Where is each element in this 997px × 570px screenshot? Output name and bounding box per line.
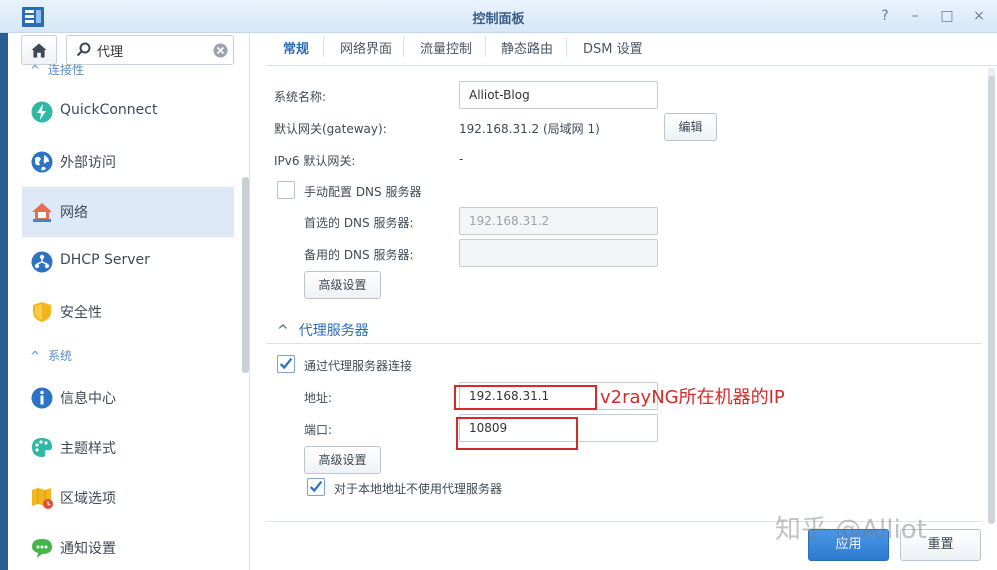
preferred-dns-field[interactable]: 192.168.31.2 [459, 207, 658, 235]
tab-static-route[interactable]: 静态路由 [501, 38, 553, 57]
network-house-icon [32, 203, 52, 222]
home-icon [31, 43, 47, 58]
info-icon [31, 387, 53, 409]
dns-advanced-settings-button[interactable]: 高级设置 [304, 271, 381, 299]
gateway-value: 192.168.31.2 (局域网 1) [459, 122, 600, 136]
sidebar-item-label: 信息中心 [60, 391, 116, 407]
sidebar-item-regional-options[interactable]: 区域选项 [22, 473, 234, 523]
alternate-dns-field[interactable] [459, 239, 658, 267]
sidebar-item-label: 主题样式 [60, 441, 116, 457]
gateway-label: 默认网关(gateway): [274, 122, 387, 136]
sidebar-item-label: 网络 [60, 205, 88, 221]
chevron-up-icon: ^ [277, 323, 289, 339]
search-icon [76, 42, 91, 57]
sidebar-item-label: 外部访问 [60, 155, 116, 171]
sidebar-item-label: 通知设置 [60, 541, 116, 557]
annotation-box-port [456, 417, 578, 450]
annotation-box-address [454, 385, 597, 410]
sidebar-item-label: 区域选项 [60, 491, 116, 507]
close-button[interactable]: × [970, 7, 988, 25]
checkmark-icon [279, 357, 293, 370]
sidebar-item-info-center[interactable]: 信息中心 [22, 373, 234, 423]
use-proxy-checkbox[interactable] [277, 355, 295, 373]
clear-search-icon[interactable] [213, 43, 228, 58]
tab-traffic-control[interactable]: 流量控制 [420, 38, 472, 57]
system-name-label: 系统名称: [274, 90, 327, 104]
bypass-local-checkbox[interactable] [307, 478, 325, 496]
general-settings-panel: 系统名称: Alliot-Blog 默认网关(gateway): 192.168… [266, 67, 982, 522]
title-bar: 控制面板 ? – □ × [0, 0, 997, 33]
proxy-section-header[interactable]: ^ 代理服务器 [277, 320, 369, 340]
ipv6-gateway-label: IPv6 默认网关: [274, 154, 356, 168]
region-icon [32, 488, 53, 509]
annotation-text: v2rayNG所在机器的IP [600, 387, 785, 408]
proxy-advanced-settings-button[interactable]: 高级设置 [304, 446, 381, 474]
search-input[interactable] [97, 41, 207, 59]
edit-gateway-button[interactable]: 编辑 [664, 113, 717, 141]
tab-dsm-settings[interactable]: DSM 设置 [583, 38, 643, 57]
content-scrollbar-thumb[interactable] [988, 76, 995, 524]
chevron-up-icon: ^ [30, 63, 41, 77]
window-title: 控制面板 [472, 12, 525, 27]
preferred-dns-label: 首选的 DNS 服务器: [304, 216, 414, 230]
globe-icon [31, 151, 53, 173]
shield-icon [33, 302, 51, 322]
tab-separator [403, 37, 404, 57]
tab-network-interface[interactable]: 网络界面 [340, 38, 392, 57]
alternate-dns-label: 备用的 DNS 服务器: [304, 248, 414, 262]
dhcp-icon [31, 251, 53, 273]
sidebar-item-label: DHCP Server [60, 252, 150, 268]
sidebar-item-dhcp-server[interactable]: DHCP Server [22, 237, 234, 287]
chat-icon [32, 539, 52, 558]
system-name-field[interactable]: Alliot-Blog [459, 81, 658, 109]
tab-separator [566, 37, 567, 57]
quickconnect-icon [31, 101, 53, 123]
help-button[interactable]: ? [876, 7, 894, 25]
use-proxy-label: 通过代理服务器连接 [304, 359, 413, 373]
manual-dns-label: 手动配置 DNS 服务器 [304, 185, 422, 199]
sidebar-item-security[interactable]: 安全性 [22, 287, 234, 337]
palette-icon [32, 438, 52, 458]
sidebar-item-external-access[interactable]: 外部访问 [22, 137, 234, 187]
sidebar-item-quickconnect[interactable]: QuickConnect [22, 87, 234, 137]
watermark: 知乎 @Alliot [775, 515, 927, 545]
checkmark-icon [309, 480, 323, 493]
sidebar-item-label: 安全性 [60, 305, 102, 321]
sidebar-item-theme[interactable]: 主题样式 [22, 423, 234, 473]
tab-general[interactable]: 常规 [283, 38, 309, 57]
bypass-local-label: 对于本地地址不使用代理服务器 [334, 482, 503, 496]
tab-bar: 常规 网络界面 流量控制 静态路由 DSM 设置 [266, 33, 997, 66]
search-box[interactable] [66, 35, 234, 65]
sidebar-item-label: QuickConnect [60, 102, 158, 118]
manual-dns-checkbox[interactable] [277, 181, 295, 199]
sidebar-item-notification[interactable]: 通知设置 [22, 523, 234, 570]
sidebar-scrollbar[interactable] [242, 177, 249, 373]
section-system[interactable]: ^ 系统 [30, 347, 72, 364]
sidebar-item-network[interactable]: 网络 [22, 187, 234, 237]
proxy-port-label: 端口: [304, 423, 333, 437]
sidebar: ^连接性 QuickConnect 外部访问 网络 DHCP Server [0, 33, 250, 570]
tab-separator [485, 37, 486, 57]
maximize-button[interactable]: □ [938, 7, 956, 25]
content-scrollbar[interactable] [988, 68, 995, 524]
proxy-address-label: 地址: [304, 391, 333, 405]
ipv6-gateway-value: - [459, 152, 464, 166]
section-divider [266, 343, 982, 344]
tab-separator [323, 37, 324, 57]
chevron-up-icon: ^ [30, 349, 41, 363]
section-connectivity[interactable]: ^ 连接性 [30, 61, 84, 78]
minimize-button[interactable]: – [906, 7, 924, 25]
